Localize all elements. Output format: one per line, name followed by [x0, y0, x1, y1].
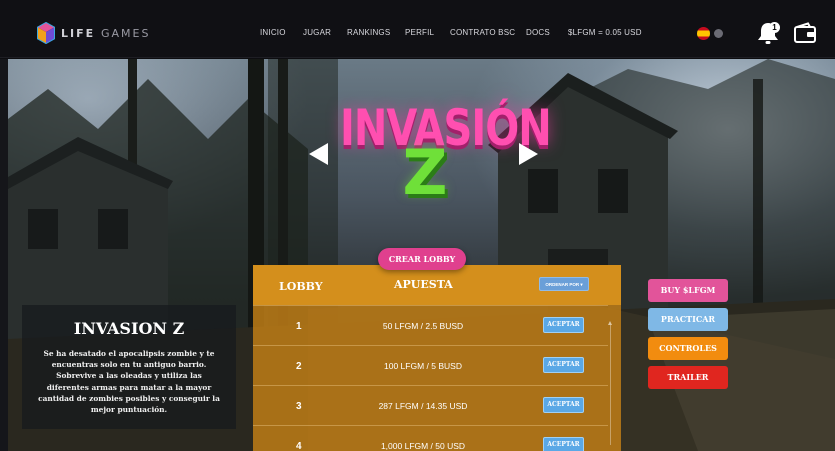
wallet-icon[interactable]: [793, 22, 817, 44]
trailer-button[interactable]: TRAILER: [648, 366, 728, 389]
lobby-table: LOBBY APUESTA ORDENAR POR ▾ 1 50 LFGM / …: [253, 265, 621, 451]
lobby-bet: 50 LFGM / 2.5 BUSD: [382, 321, 464, 331]
column-header-bet: APUESTA: [394, 278, 453, 291]
lobby-number: 4: [296, 441, 302, 451]
lobby-row: 2 100 LFGM / 5 BUSD ACEPTAR: [253, 345, 608, 385]
accept-lobby-button[interactable]: ACEPTAR: [543, 397, 584, 413]
top-navigation-bar: LIFE GAMES INICIO JUGAR RANKINGS PERFIL …: [0, 0, 835, 58]
accept-lobby-button[interactable]: ACEPTAR: [543, 317, 584, 333]
nav-item-inicio[interactable]: INICIO: [260, 28, 286, 37]
nav-item-rankings[interactable]: RANKINGS: [347, 28, 390, 37]
nav-item-contrato-bsc[interactable]: CONTRATO BSC: [450, 28, 515, 37]
lobby-row: 1 50 LFGM / 2.5 BUSD ACEPTAR: [253, 305, 608, 345]
notification-count-badge: 1: [769, 22, 780, 33]
lobby-number: 3: [296, 401, 302, 412]
controls-button[interactable]: CONTROLES: [648, 337, 728, 360]
game-info-title: INVASION Z: [73, 319, 185, 338]
spain-flag-icon[interactable]: [697, 27, 710, 40]
game-title-letter: Z: [402, 136, 448, 209]
lobby-table-header: LOBBY APUESTA ORDENAR POR ▾: [253, 265, 621, 305]
sort-by-button[interactable]: ORDENAR POR ▾: [539, 277, 589, 291]
create-lobby-button[interactable]: CREAR LOBBY: [378, 248, 466, 270]
lobby-scrollbar[interactable]: [610, 325, 611, 445]
lobby-number: 1: [296, 321, 302, 332]
game-info-description: Se ha desatado el apocalipsis zombie y t…: [38, 349, 220, 415]
column-header-lobby: LOBBY: [279, 280, 323, 293]
lobby-bet: 287 LFGM / 14.35 USD: [378, 401, 468, 411]
page-left-edge: [0, 59, 8, 451]
lobby-row: 4 1,000 LFGM / 50 USD ACEPTAR: [253, 425, 608, 451]
game-title-logo: INVASIÓN Z: [340, 88, 552, 218]
next-game-arrow-icon[interactable]: [519, 143, 538, 165]
nav-item-docs[interactable]: DOCS: [526, 28, 550, 37]
buy-lfgm-button[interactable]: BUY $LFGM: [648, 279, 728, 302]
language-selector-dot-icon[interactable]: [714, 29, 723, 38]
lobby-number: 2: [296, 361, 302, 372]
accept-lobby-button[interactable]: ACEPTAR: [543, 437, 584, 451]
lobby-bet: 1,000 LFGM / 50 USD: [380, 441, 466, 451]
lobby-row: 3 287 LFGM / 14.35 USD ACEPTAR: [253, 385, 608, 425]
game-info-panel: INVASION Z Se ha desatado el apocalipsis…: [22, 305, 236, 429]
lobby-bet: 100 LFGM / 5 BUSD: [384, 361, 462, 371]
accept-lobby-button[interactable]: ACEPTAR: [543, 357, 584, 373]
lobby-rows: 1 50 LFGM / 2.5 BUSD ACEPTAR 2 100 LFGM …: [253, 305, 621, 451]
previous-game-arrow-icon[interactable]: [309, 143, 328, 165]
practice-button[interactable]: PRACTICAR: [648, 308, 728, 331]
nav-item-jugar[interactable]: JUGAR: [303, 28, 331, 37]
token-price: $LFGM = 0.05 USD: [568, 28, 642, 37]
nav-item-perfil[interactable]: PERFIL: [405, 28, 434, 37]
